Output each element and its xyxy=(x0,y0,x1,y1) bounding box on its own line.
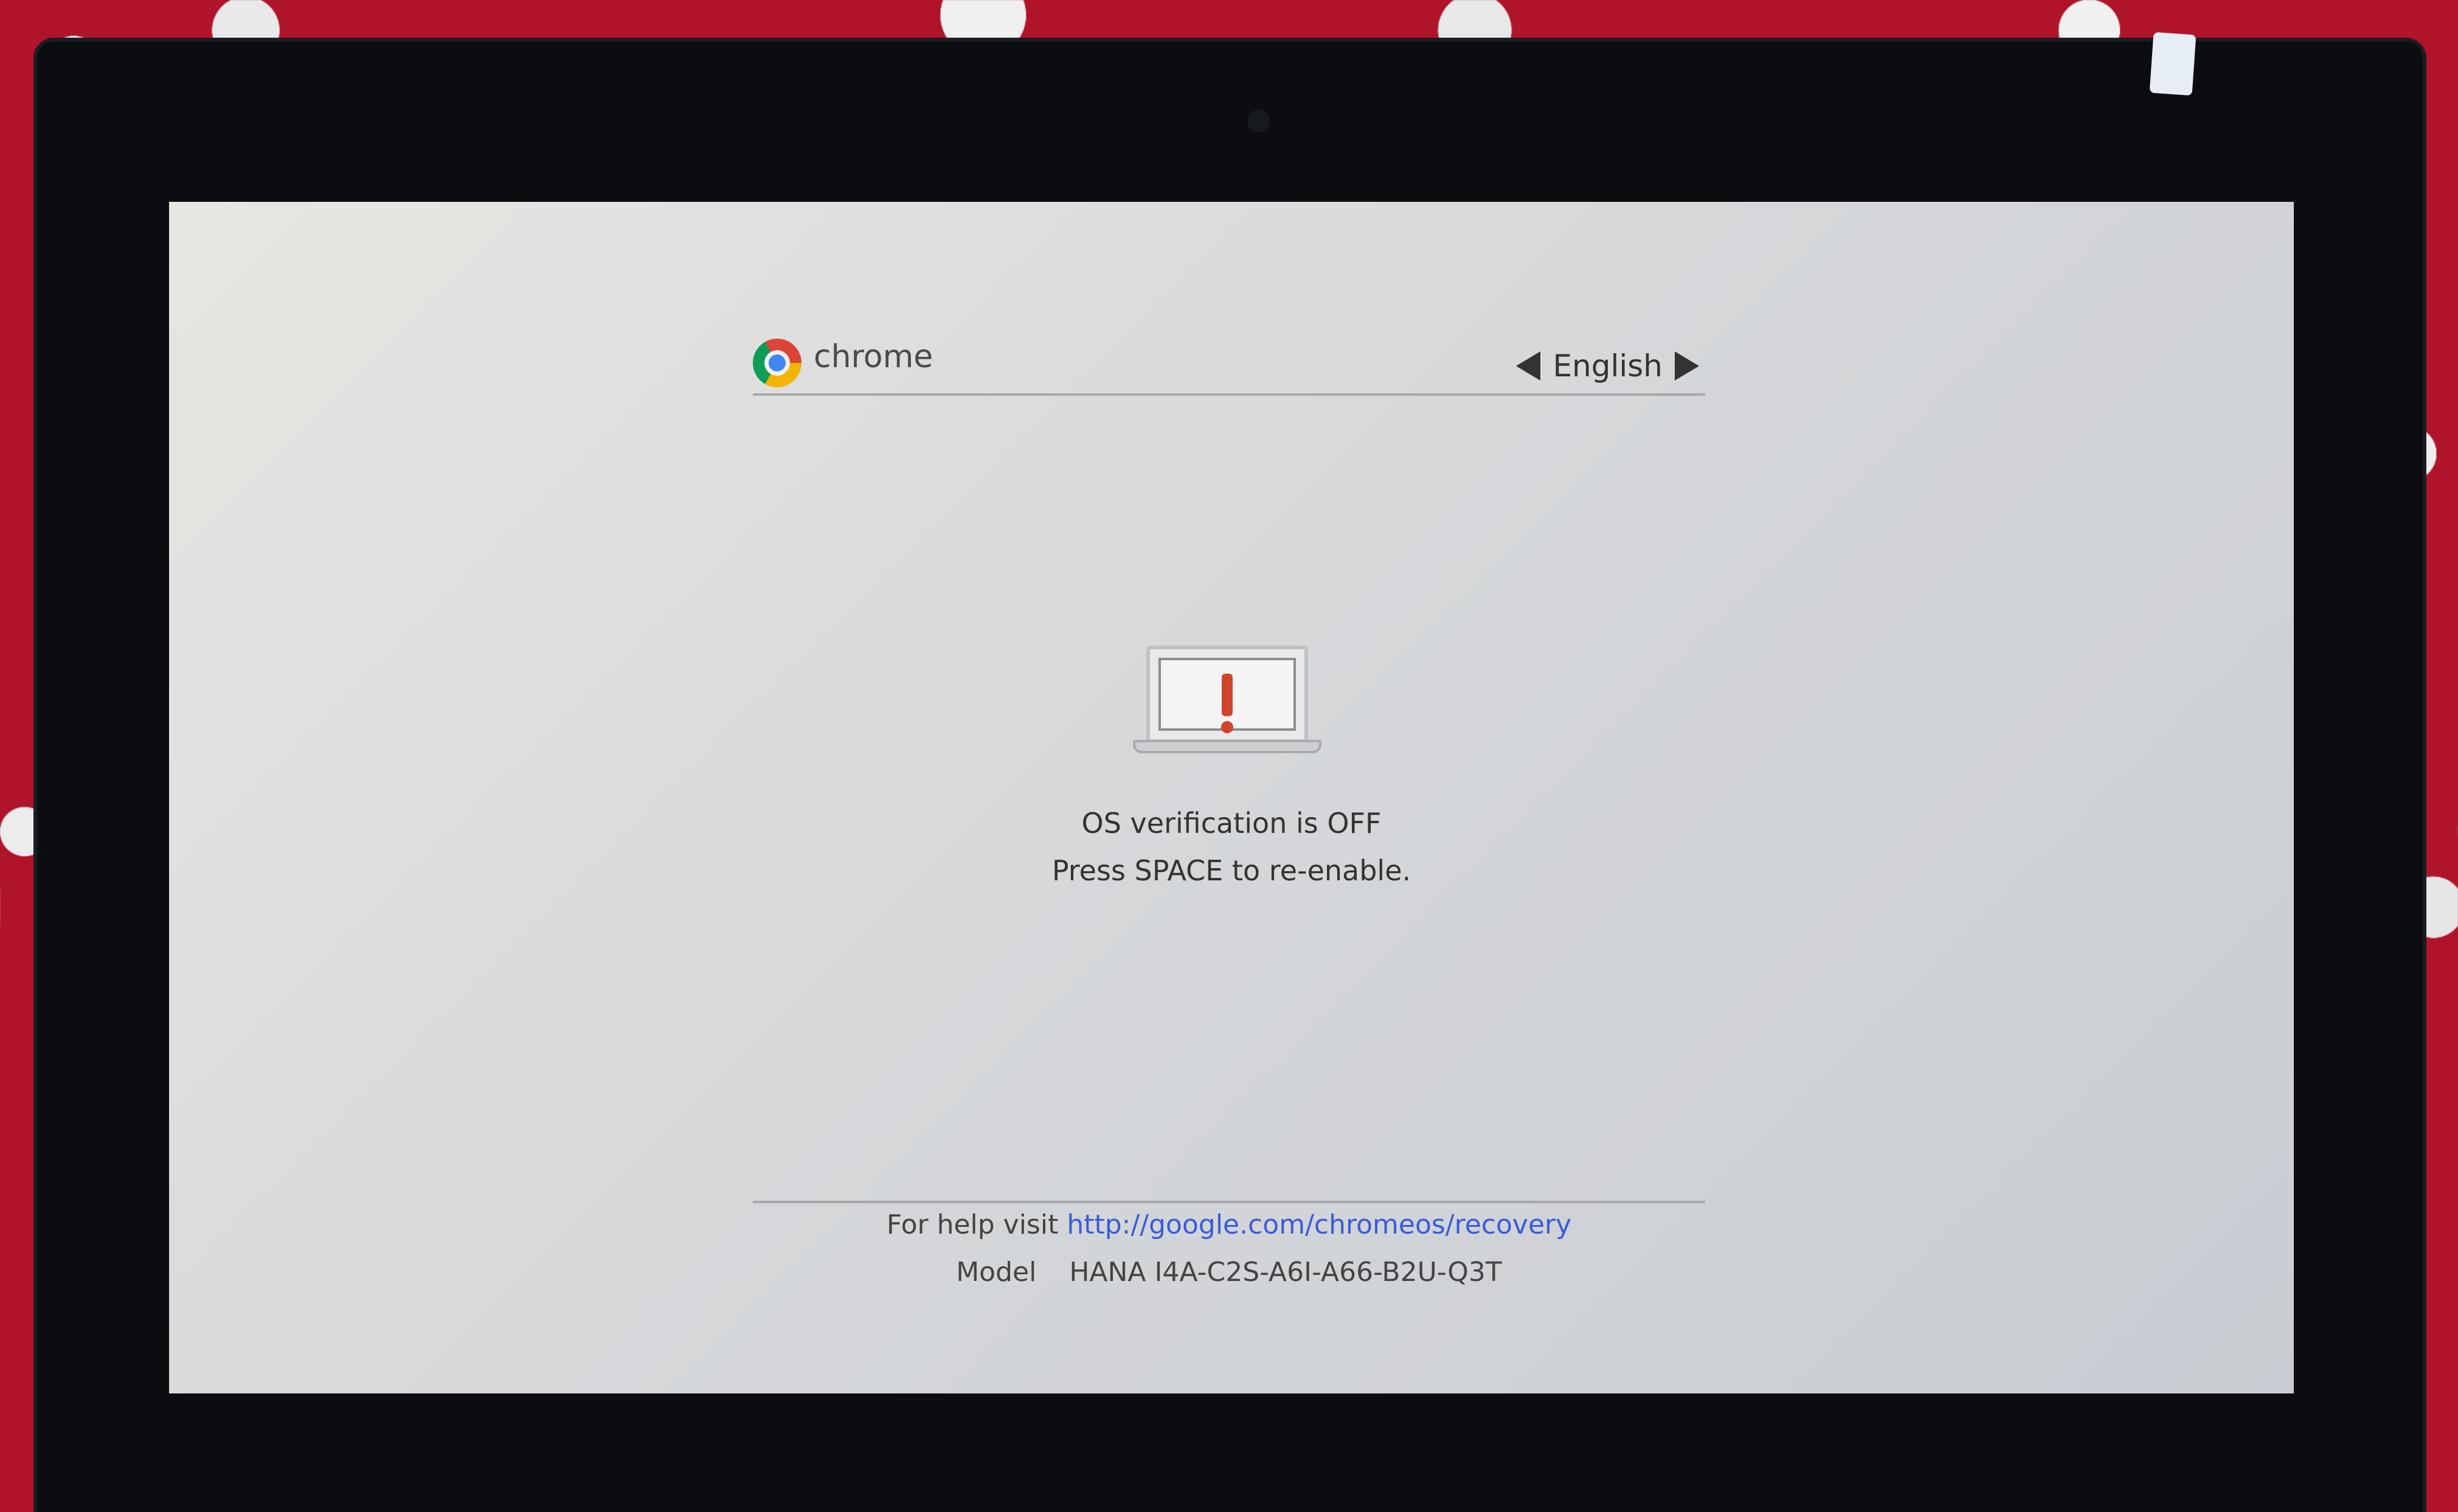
sticker xyxy=(2149,32,2197,96)
model-value: HANA I4A-C2S-A6I-A66-B2U-Q3T xyxy=(1069,1257,1502,1288)
model-line: Model HANA I4A-C2S-A6I-A66-B2U-Q3T xyxy=(753,1257,1705,1288)
chrome-logo-icon xyxy=(753,339,801,387)
instruction-message: Press SPACE to re-enable. xyxy=(1051,854,1411,887)
arrow-right-icon[interactable] xyxy=(1675,351,1699,381)
arrow-left-icon[interactable] xyxy=(1516,351,1541,381)
brand-label: chrome xyxy=(814,339,933,375)
header: chrome English xyxy=(753,323,1705,396)
laptop-screen xyxy=(1158,658,1296,733)
language-selector[interactable]: English xyxy=(1516,348,1699,384)
help-link[interactable]: http://google.com/chromeos/recovery xyxy=(1067,1209,1571,1240)
laptop-lid xyxy=(1146,646,1308,743)
language-label: English xyxy=(1553,348,1663,384)
footer: For help visit http://google.com/chromeo… xyxy=(753,1201,1705,1288)
recovery-screen: chrome English OS verification is OFF Pr… xyxy=(169,202,2294,1393)
help-line: For help visit http://google.com/chromeo… xyxy=(753,1209,1705,1240)
laptop-warning-icon xyxy=(1133,646,1321,755)
help-prefix: For help visit xyxy=(886,1209,1059,1240)
model-label: Model xyxy=(956,1257,1037,1288)
camera xyxy=(1247,109,1270,133)
status-message: OS verification is OFF xyxy=(1081,807,1382,840)
exclamation-dot xyxy=(1221,721,1233,733)
laptop-base xyxy=(1133,740,1321,753)
exclamation-icon xyxy=(1222,674,1233,716)
